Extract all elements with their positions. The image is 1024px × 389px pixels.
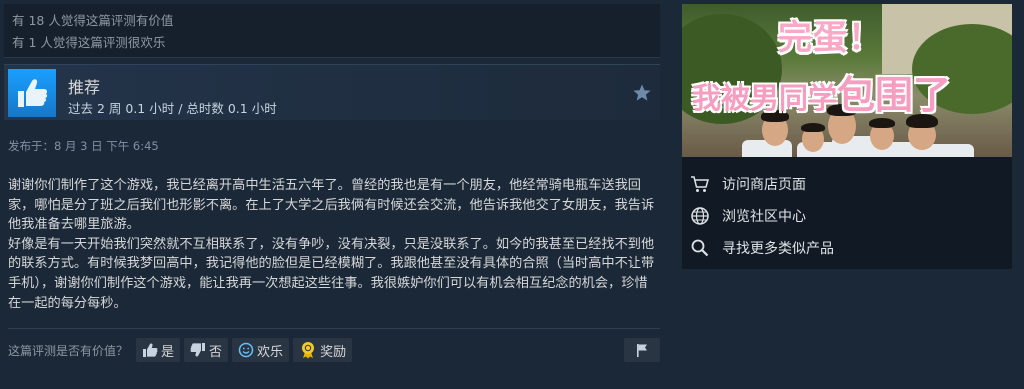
review-paragraph: 好像是有一天开始我们突然就不互相联系了，没有争吵，没有决裂，只是没联系了。如今的… [8,236,655,311]
smiley-icon [238,342,254,358]
posted-date: 发布于：8 月 3 日 下午 6:45 [8,139,159,153]
vote-funny-button[interactable]: 欢乐 [232,338,290,362]
visit-store-link[interactable]: 访问商店页面 [682,168,1012,200]
review-panel: 有 18 人觉得这篇评测有价值 有 1 人觉得这篇评测很欢乐 推荐 过去 2 周… [0,0,668,389]
vote-no-button[interactable]: 否 [184,338,229,362]
capsule-title-line2a: 我被男同学 [692,81,838,115]
sidebar-links: 访问商店页面 浏览社区中心 寻找更多类似产品 [682,168,1012,264]
funny-count: 有 1 人觉得这篇评测很欢乐 [12,35,166,50]
community-hub-label: 浏览社区中心 [722,209,806,225]
award-icon [302,342,315,359]
playtime-hours: 过去 2 周 0.1 小时 / 总时数 0.1 小时 [68,101,277,116]
thumbs-up-icon [8,69,56,117]
vote-yes-label: 是 [161,344,175,360]
capsule-title-line1: 完蛋！ [778,18,883,58]
globe-icon [691,207,709,225]
vote-yes-button[interactable]: 是 [136,338,181,362]
capsule-title-line2: 我被男同学包围了 [692,64,951,119]
thumbs-up-icon [143,343,158,357]
review-text: 谢谢你们制作了这个游戏，我已经离开高中生活五六年了。曾经的我也是有一个朋友，他经… [8,176,658,313]
community-hub-link[interactable]: 浏览社区中心 [682,200,1012,232]
vote-question: 这篇评测是否有价值？ [8,343,129,358]
game-sidebar: 完蛋！ 我被男同学包围了 访问商店页面 浏览社区中心 寻找更多类似产品 [682,4,1012,269]
star-icon[interactable] [632,83,652,103]
divider [8,328,660,329]
recommendation-header: 推荐 过去 2 周 0.1 小时 / 总时数 0.1 小时 [4,64,660,120]
capsule-title-line2b: 包围了 [837,73,952,117]
find-similar-label: 寻找更多类似产品 [722,241,834,257]
review-paragraph: 谢谢你们制作了这个游戏，我已经离开高中生活五六年了。曾经的我也是有一个朋友，他经… [8,178,655,233]
recommendation-title: 推荐 [68,78,101,97]
flag-icon [637,344,647,357]
capsule-hair [869,118,895,128]
award-label: 奖励 [320,344,347,360]
visit-store-label: 访问商店页面 [722,177,806,193]
award-button[interactable]: 奖励 [293,338,353,362]
search-icon [691,239,709,257]
helpful-summary: 有 18 人觉得这篇评测有价值 有 1 人觉得这篇评测很欢乐 [4,4,660,58]
helpful-count: 有 18 人觉得这篇评测有价值 [12,13,174,28]
vote-no-label: 否 [209,344,223,360]
capsule-hair [801,123,825,132]
cart-icon [691,176,709,192]
vote-funny-label: 欢乐 [257,344,284,360]
vote-bar: 这篇评测是否有价值？ 是 否 欢乐 奖励 [0,338,664,362]
thumbs-down-icon [190,343,206,357]
report-flag-button[interactable] [624,338,660,362]
find-similar-link[interactable]: 寻找更多类似产品 [682,232,1012,264]
game-capsule-image[interactable]: 完蛋！ 我被男同学包围了 [682,4,1012,157]
